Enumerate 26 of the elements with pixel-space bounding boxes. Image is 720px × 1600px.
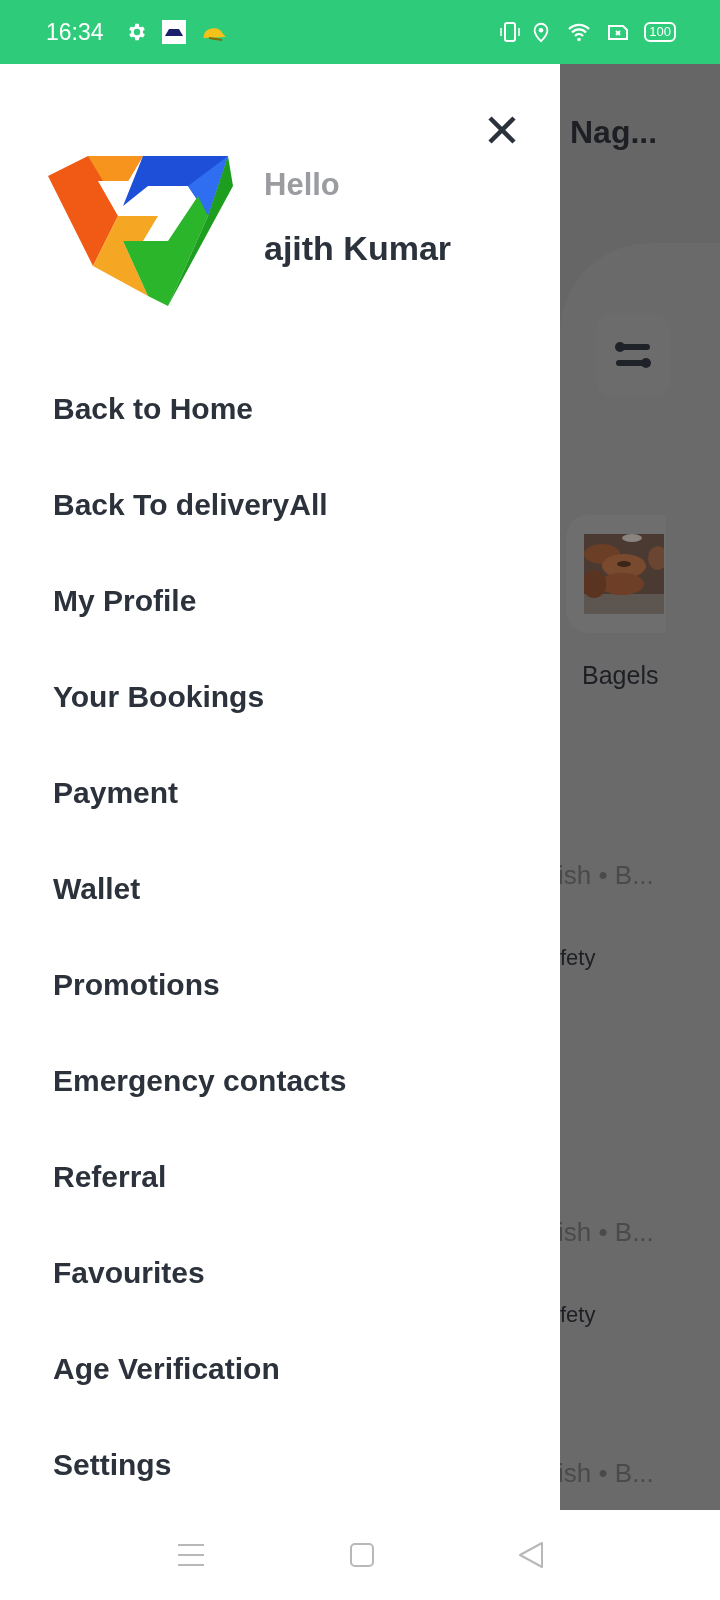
menu-item[interactable]: Referral (53, 1129, 167, 1225)
page-title: Nag... (570, 114, 659, 151)
menu-item[interactable]: Back to Home (53, 361, 254, 457)
menu-item[interactable]: My Profile (53, 553, 197, 649)
menu-item[interactable]: Your Bookings (53, 649, 265, 745)
menu-item[interactable]: Emergency contacts (53, 1033, 347, 1129)
restaurant-note: fety (560, 945, 596, 971)
greeting-text: Hello (264, 167, 341, 203)
filter-icon (613, 339, 653, 371)
category-card[interactable] (566, 515, 666, 633)
menu-item[interactable]: Wallet (53, 841, 141, 937)
menu-item[interactable]: Promotions (53, 937, 220, 1033)
battery-indicator: 100 (644, 22, 676, 42)
category-label: Bagels (582, 661, 659, 690)
vibrate-icon (498, 20, 523, 44)
menu-item[interactable]: Back To deliveryAll (53, 457, 328, 553)
menu-item[interactable]: Favourites (53, 1225, 205, 1321)
menu-item[interactable]: Settings (53, 1417, 172, 1513)
user-name: ajith Kumar (264, 229, 452, 268)
menu-item[interactable]: Age Verification (53, 1321, 280, 1417)
home-icon[interactable] (349, 1542, 375, 1568)
menu-icon[interactable] (176, 1542, 206, 1568)
back-icon[interactable] (518, 1541, 544, 1569)
restaurant-note: fety (560, 1302, 596, 1328)
status-time: 16:34 (46, 18, 104, 46)
menu-item[interactable]: Payment (53, 745, 179, 841)
